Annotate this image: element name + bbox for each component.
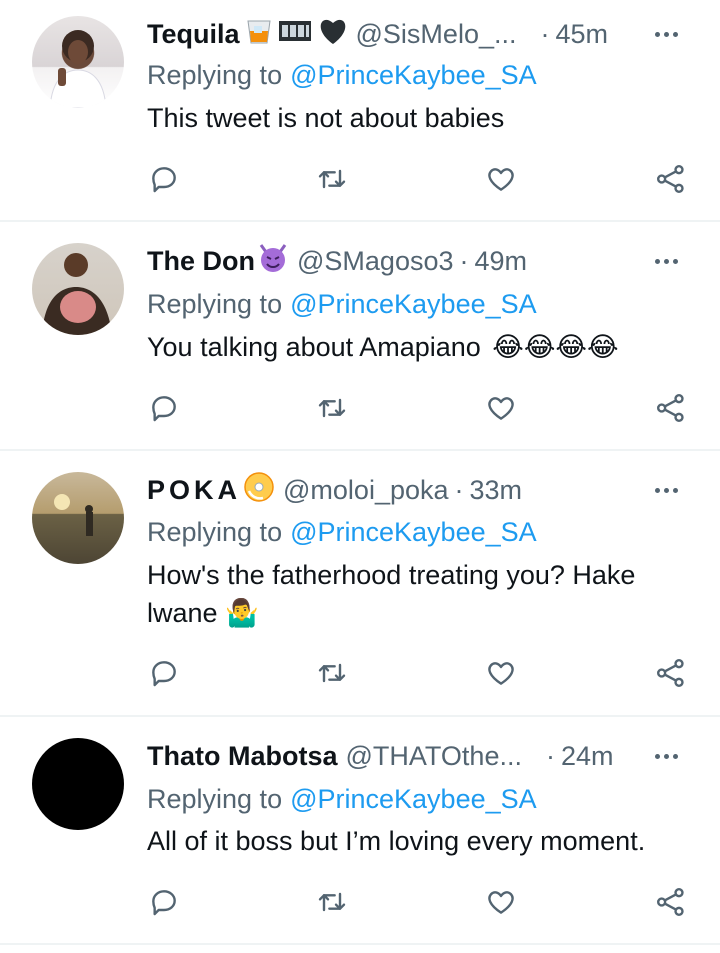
tweet-text: You talking about Amapiano 😂😂😂😂 — [147, 328, 670, 366]
replying-to-label: Replying to — [147, 783, 283, 814]
tweet-header: Tequila @SisMelo_... · 45m — [147, 16, 680, 52]
replying-to: Replying to @PrinceKaybee_SA — [147, 514, 537, 550]
retweet-icon[interactable] — [315, 162, 349, 196]
avatar-photo — [42, 253, 112, 335]
replying-to: Replying to @PrinceKaybee_SA — [147, 781, 537, 817]
timestamp[interactable]: 24m — [561, 741, 614, 772]
avatar[interactable] — [32, 738, 124, 830]
avatar[interactable] — [32, 472, 124, 564]
tears-of-joy-emoji: 😂 — [492, 332, 524, 362]
avatar[interactable] — [32, 243, 124, 335]
replying-to-label: Replying to — [147, 59, 283, 90]
display-name[interactable]: The Don — [147, 246, 255, 277]
display-name[interactable]: Tequila — [147, 19, 240, 50]
heart-icon[interactable] — [484, 162, 518, 196]
replying-to: Replying to @PrinceKaybee_SA — [147, 286, 537, 322]
more-options-icon[interactable] — [648, 16, 684, 52]
tears-of-joy-emoji: 😂 — [555, 332, 587, 362]
user-handle[interactable]: @moloi_poka — [283, 475, 449, 506]
user-handle[interactable]: @SisMelo_... — [356, 19, 517, 50]
tweet-text-content: How's the fatherhood treating you? Hake … — [147, 560, 636, 628]
tweet-header: Thato Mabotsa @THATOthe... · 24m — [147, 738, 680, 774]
more-options-icon[interactable] — [648, 472, 684, 508]
tweet-text: How's the fatherhood treating you? Hake … — [147, 556, 670, 632]
replying-to-user[interactable]: @PrinceKaybee_SA — [290, 60, 537, 91]
share-icon[interactable] — [654, 391, 688, 425]
replying-to-label: Replying to — [147, 516, 283, 547]
tweet-header: POKA @moloi_poka · 33m — [147, 471, 680, 510]
timestamp[interactable]: 49m — [475, 246, 528, 277]
film-frames-emoji — [278, 19, 312, 50]
user-handle[interactable]: @SMagoso3 — [297, 246, 454, 277]
timestamp[interactable]: 45m — [555, 19, 608, 50]
timestamp[interactable]: 33m — [470, 475, 523, 506]
tweet-text-content: This tweet is not about babies — [147, 103, 505, 133]
user-handle[interactable]: @THATOthe... — [346, 741, 522, 772]
separator-dot: · — [545, 740, 555, 771]
reply-icon[interactable] — [147, 885, 181, 919]
replying-to-user[interactable]: @PrinceKaybee_SA — [290, 784, 537, 815]
tweet[interactable]: Thato Mabotsa @THATOthe... · 24m Replyin… — [0, 717, 720, 943]
reply-icon[interactable] — [147, 162, 181, 196]
tweet-text-content: All of it boss but I’m loving every mome… — [147, 826, 646, 856]
tears-of-joy-emoji: 😂 — [523, 332, 556, 362]
replying-to-label: Replying to — [147, 288, 283, 319]
replying-to-user[interactable]: @PrinceKaybee_SA — [290, 289, 537, 320]
display-name[interactable]: Thato Mabotsa — [147, 741, 338, 772]
tweet-header: The Don @SMagoso3 · 49m — [147, 243, 680, 279]
tears-of-joy-emoji: 😂 — [586, 332, 619, 362]
heart-icon[interactable] — [484, 885, 518, 919]
separator-dot: · — [459, 245, 469, 276]
avatar[interactable] — [32, 16, 124, 108]
man-shrugging-emoji: 🤷‍♂️ — [225, 598, 259, 628]
heart-icon[interactable] — [484, 656, 518, 690]
retweet-icon[interactable] — [315, 391, 349, 425]
reply-feed: Tequila @SisMelo_... · 45m Replying to @… — [0, 0, 720, 953]
reply-icon[interactable] — [147, 391, 181, 425]
share-icon[interactable] — [654, 162, 688, 196]
retweet-icon[interactable] — [315, 885, 349, 919]
replying-to-user[interactable]: @PrinceKaybee_SA — [290, 517, 537, 548]
avatar-photo — [49, 30, 107, 108]
share-icon[interactable] — [654, 885, 688, 919]
tweet-text-content: You talking about Amapiano — [147, 332, 481, 362]
divider — [0, 943, 720, 945]
tweet[interactable]: Tequila @SisMelo_... · 45m Replying to @… — [0, 0, 720, 220]
tumbler-glass-emoji — [246, 17, 272, 52]
more-options-icon[interactable] — [648, 738, 684, 774]
reply-icon[interactable] — [147, 656, 181, 690]
avatar-photo — [54, 494, 93, 536]
heart-icon[interactable] — [484, 391, 518, 425]
dvd-emoji — [243, 471, 275, 510]
separator-dot: · — [540, 18, 550, 49]
retweet-icon[interactable] — [315, 656, 349, 690]
display-name[interactable]: POKA — [147, 475, 241, 506]
more-options-icon[interactable] — [648, 243, 684, 279]
smiling-imp-emoji — [257, 243, 289, 280]
replying-to: Replying to @PrinceKaybee_SA — [147, 57, 537, 93]
tweet[interactable]: POKA @moloi_poka · 33m Replying to @Prin… — [0, 451, 720, 715]
separator-dot: · — [454, 474, 464, 505]
tweet[interactable]: The Don @SMagoso3 · 49m Replying to @Pri… — [0, 222, 720, 449]
tweet-text: All of it boss but I’m loving every mome… — [147, 822, 670, 860]
tweet-text: This tweet is not about babies — [147, 99, 670, 137]
black-heart-emoji — [318, 17, 348, 52]
share-icon[interactable] — [654, 656, 688, 690]
